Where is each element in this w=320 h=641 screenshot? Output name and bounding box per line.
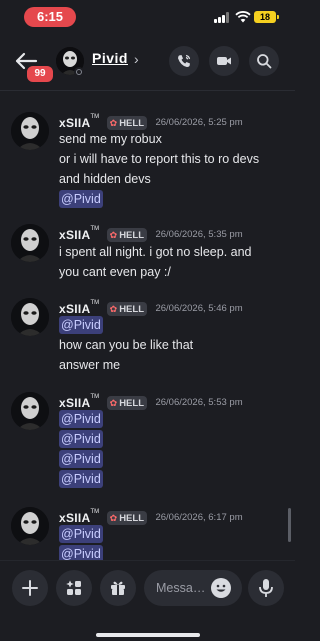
message-line: you cant even pay :/ <box>59 265 171 279</box>
username[interactable]: xSIIA <box>59 302 91 316</box>
add-attachment-button[interactable] <box>12 570 48 606</box>
message-meta: xSIIATM ✿ HELL 26/06/2026, 5:46 pm <box>59 300 243 316</box>
timestamp: 26/06/2026, 5:53 pm <box>155 397 243 409</box>
trademark-label: TM <box>90 394 100 400</box>
channel-header: 99 Pivid › <box>0 34 295 90</box>
flame-icon: ✿ <box>109 117 118 128</box>
trademark-label: TM <box>90 226 100 232</box>
message-meta: xSIIATM ✿ HELL 26/06/2026, 5:25 pm <box>59 114 243 130</box>
microphone-icon <box>259 579 273 597</box>
avatar[interactable] <box>11 298 49 336</box>
message-meta: xSIIATM ✿ HELL 26/06/2026, 5:35 pm <box>59 226 243 242</box>
emoji-icon[interactable] <box>211 578 231 598</box>
signal-icon <box>214 12 231 23</box>
message-meta: xSIIATM ✿ HELL 26/06/2026, 6:17 pm <box>59 509 243 525</box>
status-bar: 6:15 18 <box>0 0 295 34</box>
role-tag-label: HELL <box>119 303 144 315</box>
role-tag: ✿ HELL <box>106 227 147 242</box>
flame-icon: ✿ <box>109 303 118 314</box>
status-indicator-icon <box>74 67 84 77</box>
role-tag-label: HELL <box>119 229 144 241</box>
user-mention[interactable]: @Pivid <box>59 470 103 488</box>
battery-icon: 18 <box>254 11 279 23</box>
role-tag: ✿ HELL <box>106 510 147 525</box>
role-tag: ✿ HELL <box>106 115 147 130</box>
message-input-box[interactable] <box>144 570 242 606</box>
wifi-icon <box>235 11 251 23</box>
video-call-button[interactable] <box>209 46 239 76</box>
user-mention[interactable]: @Pivid <box>59 525 103 543</box>
unread-badge: 99 <box>25 64 55 84</box>
channel-name[interactable]: Pivid <box>92 50 128 66</box>
message-line: or i will have to report this to ro devs <box>59 152 260 166</box>
apps-button[interactable] <box>56 570 92 606</box>
role-tag-label: HELL <box>119 397 144 409</box>
voice-message-button[interactable] <box>248 570 284 606</box>
message-input[interactable] <box>156 570 208 606</box>
role-tag-label: HELL <box>119 512 144 524</box>
username[interactable]: xSIIA <box>59 228 91 242</box>
message-line: answer me <box>59 358 121 372</box>
message-line: how can you be like that <box>59 338 194 352</box>
message-line: send me my robux <box>59 132 162 146</box>
timestamp: 26/06/2026, 5:35 pm <box>155 229 243 241</box>
search-button[interactable] <box>249 46 279 76</box>
call-button[interactable] <box>169 46 199 76</box>
flame-icon: ✿ <box>109 229 118 240</box>
plus-icon <box>22 580 38 596</box>
message-composer <box>0 560 295 641</box>
timestamp: 26/06/2026, 6:17 pm <box>155 512 243 524</box>
trademark-label: TM <box>90 509 100 515</box>
gift-icon <box>111 581 125 595</box>
video-icon <box>217 57 231 65</box>
user-mention[interactable]: @Pivid <box>59 316 103 334</box>
user-mention[interactable]: @Pivid <box>59 190 103 208</box>
header-divider <box>0 90 295 91</box>
username[interactable]: xSIIA <box>59 511 91 525</box>
phone-icon <box>178 54 191 68</box>
timestamp: 26/06/2026, 5:46 pm <box>155 303 243 315</box>
search-icon <box>257 54 272 69</box>
flame-icon: ✿ <box>109 397 118 408</box>
trademark-label: TM <box>90 114 100 120</box>
status-time: 6:15 <box>24 7 76 27</box>
avatar[interactable] <box>11 112 49 150</box>
username[interactable]: xSIIA <box>59 396 91 410</box>
timestamp: 26/06/2026, 5:25 pm <box>155 117 243 129</box>
user-mention[interactable]: @Pivid <box>59 450 103 468</box>
message-meta: xSIIATM ✿ HELL 26/06/2026, 5:53 pm <box>59 394 243 410</box>
user-mention[interactable]: @Pivid <box>59 410 103 428</box>
apps-icon <box>66 580 81 595</box>
role-tag: ✿ HELL <box>106 395 147 410</box>
chevron-right-icon[interactable]: › <box>134 51 139 67</box>
avatar[interactable] <box>11 224 49 262</box>
avatar[interactable] <box>11 507 49 545</box>
scrollbar[interactable] <box>288 508 291 542</box>
user-mention[interactable]: @Pivid <box>59 430 103 448</box>
message-line: and hidden devs <box>59 172 151 186</box>
home-indicator <box>96 633 200 637</box>
avatar[interactable] <box>11 392 49 430</box>
trademark-label: TM <box>90 300 100 306</box>
role-tag-label: HELL <box>119 117 144 129</box>
message-line: i spent all night. i got no sleep. and <box>59 245 252 259</box>
role-tag: ✿ HELL <box>106 301 147 316</box>
gift-button[interactable] <box>100 570 136 606</box>
username[interactable]: xSIIA <box>59 116 91 130</box>
flame-icon: ✿ <box>109 512 118 523</box>
